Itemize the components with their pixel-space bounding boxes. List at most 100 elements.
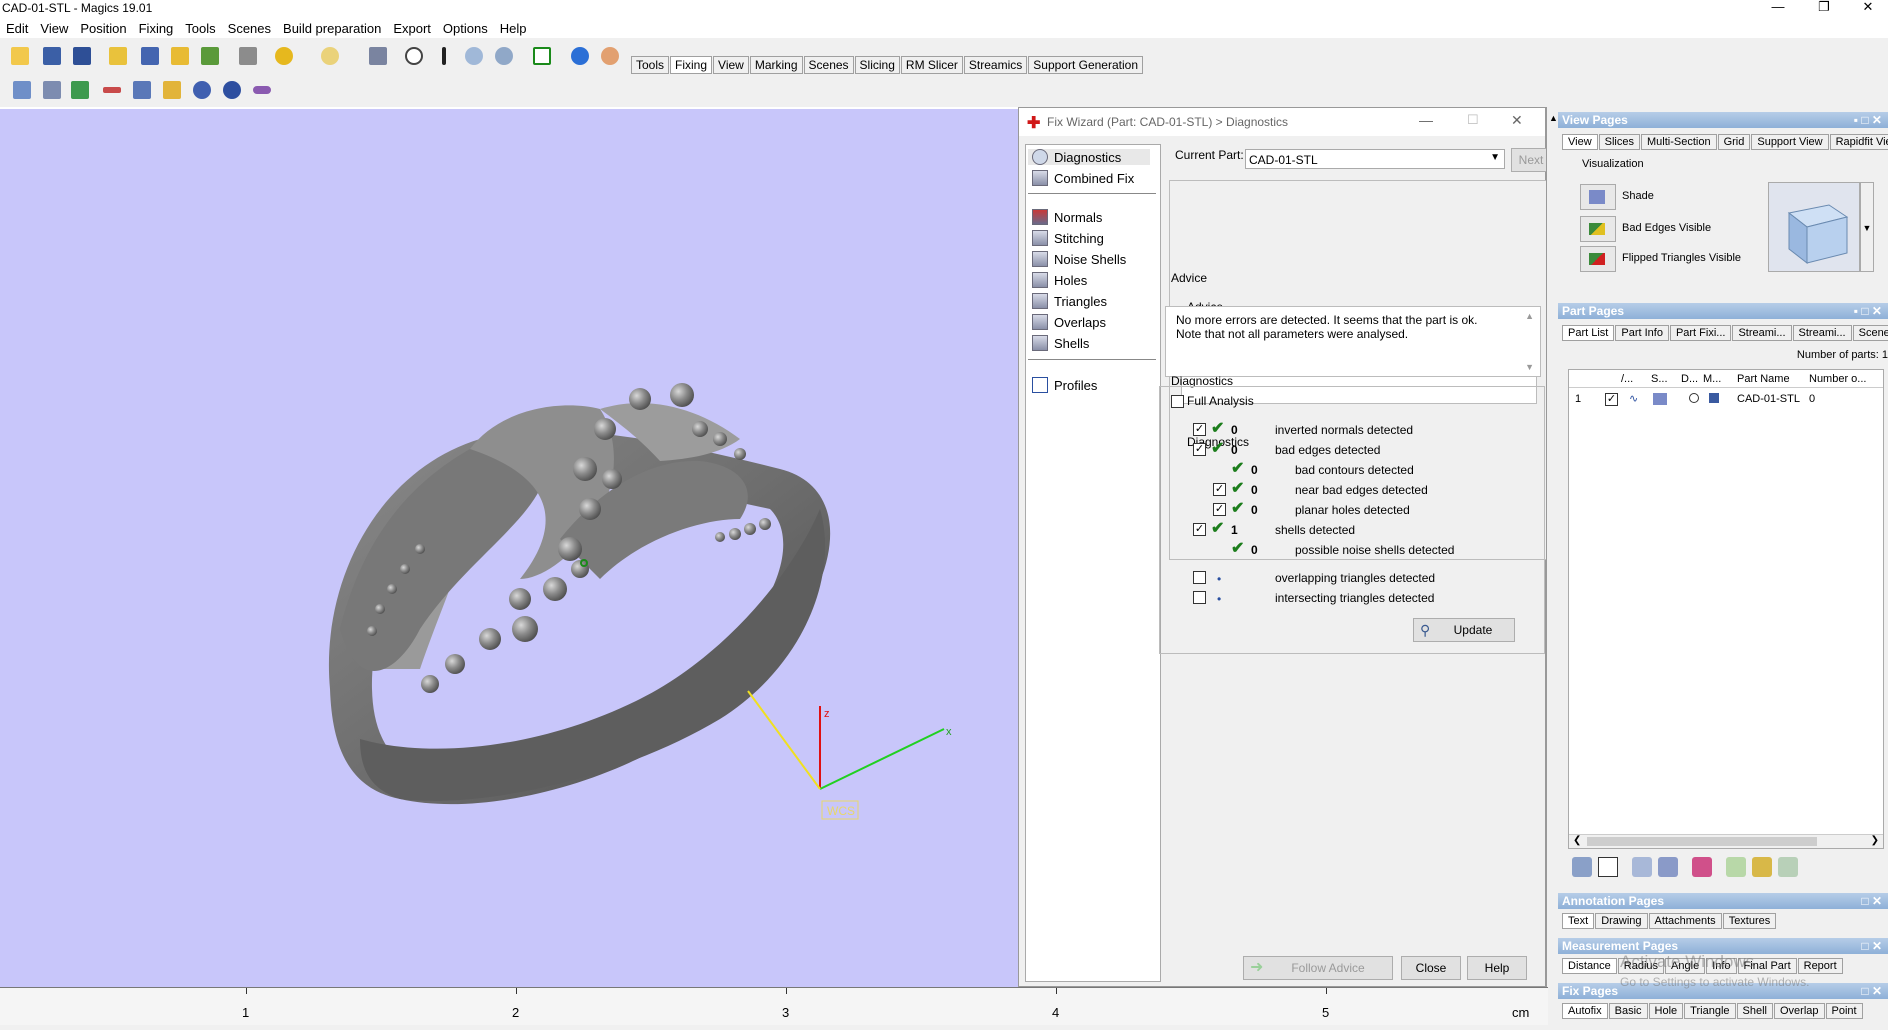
check-all-icon[interactable] <box>1598 857 1618 877</box>
help-button[interactable]: Help <box>1467 956 1527 980</box>
column-header[interactable]: /... <box>1621 373 1633 385</box>
menu-tools[interactable]: Tools <box>179 21 221 36</box>
import-part-icon[interactable] <box>106 44 130 68</box>
scroll-up-icon[interactable]: ▲ <box>1525 311 1534 321</box>
export-icon[interactable] <box>1778 857 1798 877</box>
menu-edit[interactable]: Edit <box>0 21 34 36</box>
shells-icon[interactable] <box>40 78 64 102</box>
horizontal-scrollbar[interactable]: ❮ ❯ <box>1569 834 1883 848</box>
tab-shell[interactable]: Shell <box>1736 1003 1773 1019</box>
load-scene-icon[interactable] <box>168 44 192 68</box>
tab-multi-section[interactable]: Multi-Section <box>1641 134 1717 150</box>
tab-autofix[interactable]: Autofix <box>1562 1003 1608 1019</box>
menu-options[interactable]: Options <box>437 21 494 36</box>
panel-splitter[interactable]: ▲ <box>1546 107 1558 987</box>
update-button[interactable]: ⚲ Update <box>1413 618 1515 642</box>
tab-part-fixing[interactable]: Part Fixi... <box>1669 325 1732 341</box>
tab-text[interactable]: Text <box>1562 913 1595 929</box>
panel-controls-icon[interactable]: ▪ □ ✕ <box>1854 112 1882 128</box>
save-as-icon[interactable] <box>70 44 94 68</box>
tab-grid[interactable]: Grid <box>1717 134 1751 150</box>
new-icon[interactable] <box>8 44 32 68</box>
print-icon[interactable] <box>236 44 260 68</box>
link-icon[interactable] <box>250 78 274 102</box>
close-icon[interactable]: ✕ <box>1511 112 1523 129</box>
tab-support-view[interactable]: Support View <box>1751 134 1829 150</box>
tab-textures[interactable]: Textures <box>1722 913 1777 929</box>
tab-attachments[interactable]: Attachments <box>1648 913 1722 929</box>
nav-profiles[interactable]: Profiles <box>1032 377 1097 393</box>
tab-rapidfit-view[interactable]: Rapidfit View <box>1829 134 1888 150</box>
tab-triangle[interactable]: Triangle <box>1684 1003 1736 1019</box>
menu-fixing[interactable]: Fixing <box>133 21 180 36</box>
scrollbar-thumb[interactable] <box>1587 837 1817 846</box>
tab-streamics[interactable]: Streamics <box>963 56 1028 74</box>
close-button[interactable]: Close <box>1401 956 1461 980</box>
unload-part-icon[interactable] <box>198 44 222 68</box>
nav-combined-fix[interactable]: Combined Fix <box>1032 170 1134 186</box>
current-part-select[interactable]: CAD-01-STL ▼ <box>1245 149 1505 169</box>
tab-basic[interactable]: Basic <box>1608 1003 1648 1019</box>
maximize-icon[interactable]: ☐ <box>1467 112 1479 128</box>
minimize-icon[interactable]: — <box>1419 112 1433 128</box>
scroll-left-icon[interactable]: ❮ <box>1573 835 1581 846</box>
assistant-icon[interactable] <box>598 44 622 68</box>
next-button[interactable]: Next <box>1511 148 1551 172</box>
row-visible-checkbox[interactable]: ✓ <box>1605 393 1618 406</box>
column-header[interactable]: Part Name <box>1737 373 1790 385</box>
redo-icon[interactable] <box>318 44 342 68</box>
nav-diagnostics[interactable]: Diagnostics <box>1028 149 1150 165</box>
import-icon[interactable] <box>1726 857 1746 877</box>
delete-triangle-icon[interactable] <box>100 78 124 102</box>
column-header[interactable]: D... <box>1681 373 1698 385</box>
tab-slices[interactable]: Slices <box>1598 134 1640 150</box>
tab-view[interactable]: View <box>713 56 749 74</box>
view-cube[interactable] <box>1768 182 1860 272</box>
tab-scenes[interactable]: Scenes <box>1852 325 1888 341</box>
verify-icon[interactable] <box>530 44 554 68</box>
wire-icon[interactable]: ∿ <box>1629 392 1643 405</box>
shade-all-icon[interactable] <box>1658 857 1678 877</box>
panel-controls-icon[interactable]: □ ✕ <box>1861 983 1882 999</box>
tab-overlap[interactable]: Overlap <box>1773 1003 1825 1019</box>
tab-distance[interactable]: Distance <box>1562 958 1617 974</box>
tab-streamics-2[interactable]: Streami... <box>1792 325 1852 341</box>
menu-scenes[interactable]: Scenes <box>222 21 277 36</box>
nav-normals[interactable]: Normals <box>1032 209 1102 225</box>
wire-all-icon[interactable] <box>1632 857 1652 877</box>
color-parts-icon[interactable] <box>1692 857 1712 877</box>
overlapping-triangles-checkbox[interactable] <box>1193 571 1206 584</box>
menu-view[interactable]: View <box>34 21 74 36</box>
color-icon[interactable] <box>1689 393 1699 403</box>
pan-icon[interactable] <box>432 44 456 68</box>
scroll-down-icon[interactable]: ▼ <box>1525 362 1534 372</box>
hole-fill-icon[interactable] <box>160 78 184 102</box>
tab-report[interactable]: Report <box>1797 958 1843 974</box>
shade-icon[interactable] <box>1653 393 1667 405</box>
tab-marking[interactable]: Marking <box>749 56 803 74</box>
column-header[interactable]: Number o... <box>1809 373 1866 385</box>
nav-stitching[interactable]: Stitching <box>1032 230 1104 246</box>
nav-overlaps[interactable]: Overlaps <box>1032 314 1106 330</box>
tab-part-list[interactable]: Part List <box>1562 325 1615 341</box>
table-row[interactable]: 1 ✓ ∿ CAD-01-STL 0 <box>1569 390 1883 408</box>
panel-controls-icon[interactable]: □ ✕ <box>1861 938 1882 954</box>
tab-streamics-1[interactable]: Streami... <box>1732 325 1792 341</box>
menu-position[interactable]: Position <box>74 21 132 36</box>
flipped-triangles-button[interactable] <box>1580 246 1616 272</box>
menu-build-preparation[interactable]: Build preparation <box>277 21 387 36</box>
nav-shells[interactable]: Shells <box>1032 335 1089 351</box>
tab-view[interactable]: View <box>1562 134 1598 150</box>
menu-export[interactable]: Export <box>387 21 437 36</box>
tab-rm-slicer[interactable]: RM Slicer <box>900 56 963 74</box>
nav-triangles[interactable]: Triangles <box>1032 293 1107 309</box>
shade-button[interactable] <box>1580 184 1616 210</box>
tab-tools[interactable]: Tools <box>631 56 670 74</box>
stitch-icon[interactable] <box>130 78 154 102</box>
bad-edges-checkbox[interactable]: ✓ <box>1193 443 1206 456</box>
3d-viewport[interactable]: z x WCS <box>0 107 1018 987</box>
undo-icon[interactable] <box>272 44 296 68</box>
select-part-icon[interactable] <box>366 44 390 68</box>
shells-checkbox[interactable]: ✓ <box>1193 523 1206 536</box>
view-cube-dropdown[interactable]: ▼ <box>1860 182 1874 272</box>
